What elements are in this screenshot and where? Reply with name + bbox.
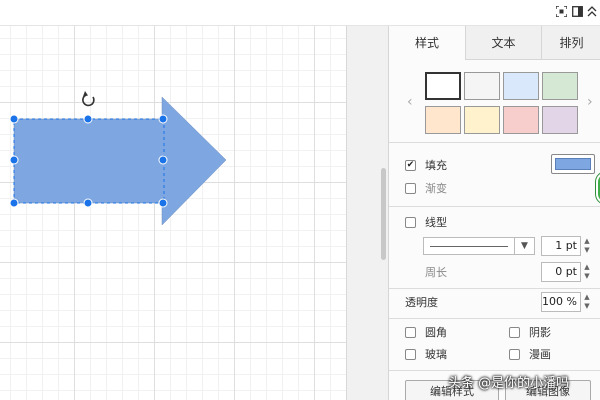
- swatch-1[interactable]: [425, 72, 461, 100]
- divider: [389, 142, 600, 143]
- shadow-row: 阴影: [509, 324, 551, 340]
- rounded-label: 圆角: [425, 326, 447, 339]
- sketch-checkbox[interactable]: [509, 348, 520, 360]
- tab-style[interactable]: 样式: [389, 26, 465, 60]
- resize-handle-se[interactable]: [158, 198, 168, 208]
- perimeter-label: 周长: [425, 266, 447, 279]
- line-width-input[interactable]: 1 pt: [541, 236, 581, 256]
- format-panel-icon[interactable]: [570, 4, 584, 18]
- perimeter-row: 周长: [405, 264, 447, 280]
- swatch-2[interactable]: [464, 72, 500, 100]
- divider: [389, 206, 600, 207]
- perimeter-input[interactable]: 0 pt: [541, 262, 581, 282]
- swatch-3[interactable]: [503, 72, 539, 100]
- line-label: 线型: [425, 216, 447, 229]
- chevron-right-icon[interactable]: ›: [587, 94, 593, 110]
- format-tabs: 样式 文本 排列: [389, 26, 600, 60]
- swatch-6[interactable]: [464, 106, 500, 134]
- swatch-4[interactable]: [542, 72, 578, 100]
- canvas-shapes: [9, 91, 227, 226]
- line-checkbox[interactable]: [405, 216, 416, 228]
- diagram-canvas[interactable]: [0, 26, 346, 400]
- rounded-row: 圆角: [405, 324, 447, 340]
- chevron-down-icon[interactable]: ▼: [514, 238, 534, 254]
- divider: [389, 370, 600, 371]
- opacity-input[interactable]: 100 %: [541, 292, 581, 312]
- shadow-label: 阴影: [529, 326, 551, 339]
- fill-color-preview: [555, 158, 591, 170]
- divider: [389, 318, 600, 319]
- chevron-left-icon[interactable]: ‹: [407, 94, 413, 110]
- gradient-checkbox[interactable]: [405, 182, 416, 194]
- canvas-gutter: [346, 26, 388, 400]
- tab-arrange[interactable]: 排列: [541, 26, 600, 60]
- resize-handle-nw[interactable]: [9, 114, 19, 124]
- rounded-checkbox[interactable]: [405, 326, 416, 338]
- fill-label: 填充: [425, 159, 447, 172]
- resize-handle-s[interactable]: [83, 198, 93, 208]
- sketch-label: 漫画: [529, 348, 551, 361]
- opacity-row: 透明度: [405, 294, 438, 310]
- divider: [389, 288, 600, 289]
- swatch-8[interactable]: [542, 106, 578, 134]
- swatch-7[interactable]: [503, 106, 539, 134]
- watermark-text: 头条 @是你的小潘吗: [448, 376, 570, 391]
- resize-handle-n[interactable]: [83, 114, 93, 124]
- format-panel: 样式 文本 排列 ‹ › ✔ 填充 渐变 线型 ▼ 1 pt ▲ ▼ 周长 0 …: [388, 26, 600, 400]
- rotate-icon[interactable]: [82, 91, 95, 107]
- fill-row: ✔ 填充: [405, 157, 447, 173]
- opacity-stepper[interactable]: ▲ ▼: [582, 292, 592, 312]
- app-window: 样式 文本 排列 ‹ › ✔ 填充 渐变 线型 ▼ 1 pt ▲ ▼ 周长 0 …: [0, 0, 600, 400]
- collapse-icon[interactable]: [585, 4, 599, 18]
- glass-row: 玻璃: [405, 346, 447, 362]
- sketch-row: 漫画: [509, 346, 551, 362]
- line-style-preview: [430, 246, 508, 247]
- opacity-label: 透明度: [405, 296, 438, 309]
- top-toolbar: [0, 0, 600, 26]
- resize-handle-w[interactable]: [9, 155, 19, 165]
- tab-text[interactable]: 文本: [465, 26, 541, 60]
- resize-handle-ne[interactable]: [158, 114, 168, 124]
- glass-checkbox[interactable]: [405, 348, 416, 360]
- style-swatches: [425, 72, 579, 134]
- perimeter-stepper[interactable]: ▲ ▼: [582, 262, 592, 282]
- resize-handle-e[interactable]: [158, 155, 168, 165]
- fullscreen-icon[interactable]: [554, 4, 568, 18]
- line-style-select[interactable]: ▼: [423, 237, 535, 255]
- line-row: 线型: [405, 214, 447, 230]
- vertical-scrollbar[interactable]: [381, 168, 386, 260]
- arrow-shape[interactable]: [13, 96, 227, 226]
- glass-label: 玻璃: [425, 348, 447, 361]
- fill-color-button[interactable]: [551, 154, 595, 174]
- gradient-label: 渐变: [425, 182, 447, 195]
- fill-checkbox[interactable]: ✔: [405, 159, 416, 171]
- line-width-stepper[interactable]: ▲ ▼: [582, 236, 592, 256]
- gradient-row: 渐变: [405, 180, 447, 196]
- floating-action-button[interactable]: [596, 172, 600, 204]
- shadow-checkbox[interactable]: [509, 326, 520, 338]
- resize-handle-sw[interactable]: [9, 198, 19, 208]
- swatch-5[interactable]: [425, 106, 461, 134]
